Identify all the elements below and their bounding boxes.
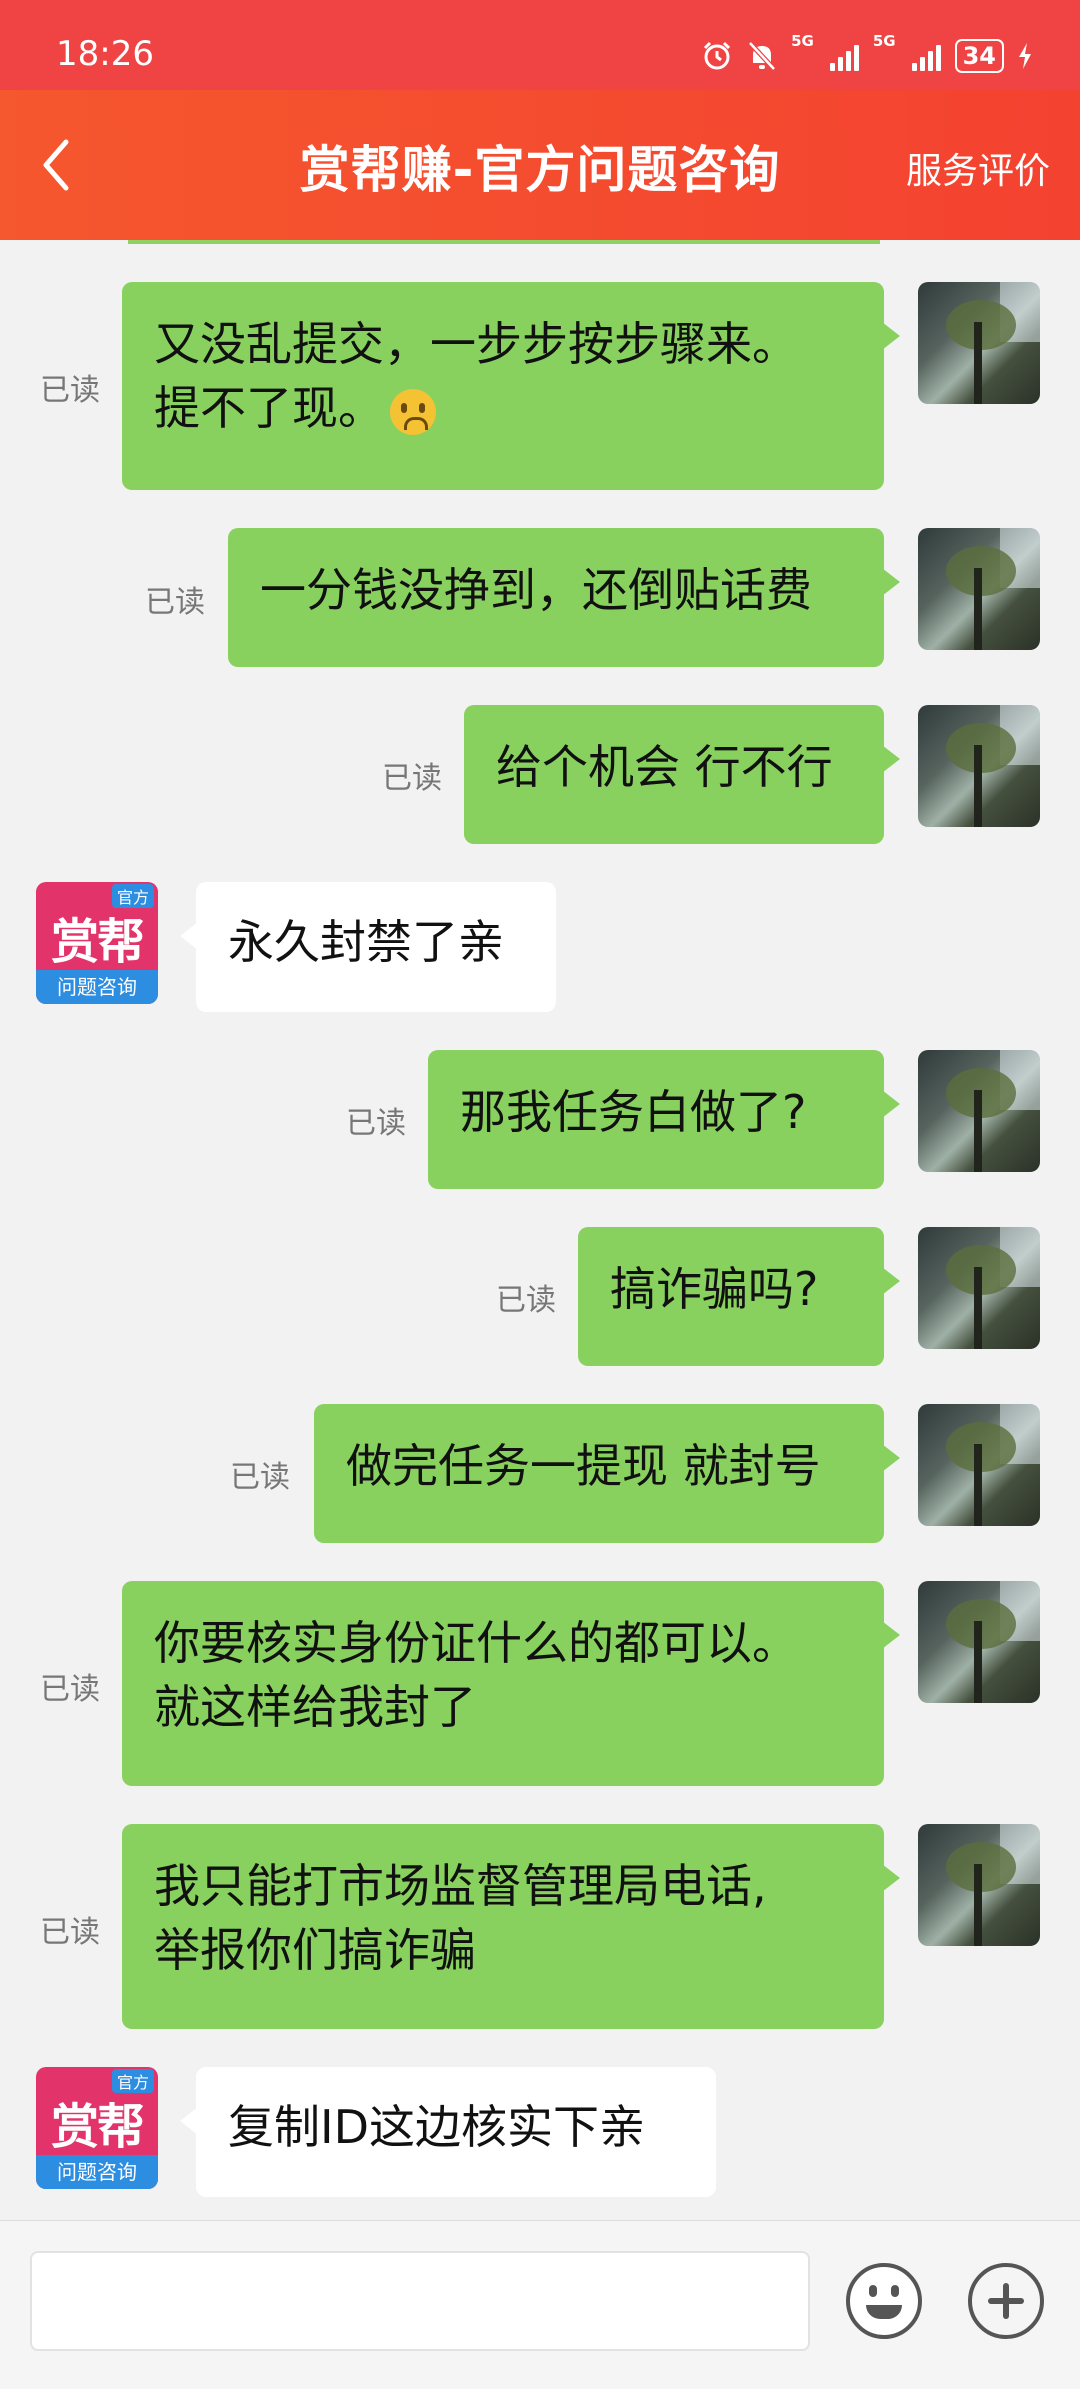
read-status: 已读 — [40, 1915, 100, 1950]
message-text: 搞诈骗吗? — [610, 1262, 819, 1316]
input-bar — [0, 2220, 1080, 2389]
network-label-2: 5G — [872, 32, 896, 50]
message-text: 你要核实身份证什么的都可以。 — [154, 1616, 798, 1670]
read-status: 已读 — [230, 1460, 290, 1495]
mute-icon — [748, 41, 776, 71]
avatar[interactable] — [918, 282, 1040, 404]
message-bubble-self[interactable]: 做完任务一提现 就封号 — [314, 1404, 900, 1543]
service-avatar[interactable]: 官方 赏帮 问题咨询 — [36, 2067, 158, 2189]
signal-icon — [829, 41, 859, 71]
emoji-icon[interactable] — [846, 2263, 922, 2339]
avatar[interactable] — [918, 1824, 1040, 1946]
message-bubble-self[interactable]: 你要核实身份证什么的都可以。 就这样给我封了 — [122, 1581, 900, 1786]
read-status: 已读 — [382, 761, 442, 796]
chat-header: 赏帮赚-官方问题咨询 服务评价 — [0, 90, 1080, 240]
network-label-1: 5G — [791, 32, 814, 50]
message-bubble-service[interactable]: 永久封禁了亲 — [180, 882, 556, 1012]
read-status: 已读 — [496, 1283, 556, 1318]
message-text: 又没乱提交，一步步按步骤来。 — [154, 317, 798, 371]
read-status: 已读 — [40, 1672, 100, 1707]
message-bubble-self[interactable]: 给个机会 行不行 — [464, 705, 900, 844]
status-time: 18:26 — [56, 34, 154, 74]
message-text-line2: 就这样给我封了 — [154, 1680, 476, 1734]
avatar[interactable] — [918, 1581, 1040, 1703]
message-bubble-self[interactable]: 一分钱没挣到，还倒贴话费 — [228, 528, 900, 667]
service-logo-footer: 问题咨询 — [36, 2155, 158, 2189]
message-text: 做完任务一提现 就封号 — [346, 1439, 821, 1493]
battery-icon: 34 — [954, 39, 1004, 73]
crying-face-icon — [390, 388, 436, 435]
signal-icon — [911, 41, 941, 71]
message-bubble-service[interactable]: 复制ID这边核实下亲 — [180, 2067, 716, 2197]
service-logo-text: 赏帮 — [50, 2099, 145, 2155]
plus-icon[interactable] — [968, 2263, 1044, 2339]
avatar[interactable] — [918, 1227, 1040, 1349]
read-status: 已读 — [40, 373, 100, 408]
message-text: 我只能打市场监督管理局电话, — [154, 1859, 767, 1913]
status-bar: 18:26 5G 5G 34 — [0, 0, 1080, 90]
message-text: 一分钱没挣到，还倒贴话费 — [260, 563, 812, 617]
read-status: 已读 — [145, 585, 205, 620]
message-list[interactable]: 已读 又没乱提交，一步步按步骤来。 提不了现。 已读 一分钱没挣到，还倒贴话费 … — [0, 240, 1080, 2220]
message-text: 给个机会 行不行 — [496, 740, 833, 794]
message-bubble-self[interactable]: 又没乱提交，一步步按步骤来。 提不了现。 — [122, 282, 900, 490]
service-rating-button[interactable]: 服务评价 — [906, 142, 1050, 194]
avatar[interactable] — [918, 705, 1040, 827]
service-avatar[interactable]: 官方 赏帮 问题咨询 — [36, 882, 158, 1004]
message-text: 复制ID这边核实下亲 — [228, 2100, 645, 2154]
charging-icon — [1019, 43, 1031, 69]
message-bubble-self[interactable]: 我只能打市场监督管理局电话, 举报你们搞诈骗 — [122, 1824, 900, 2029]
avatar[interactable] — [918, 528, 1040, 650]
alarm-icon — [704, 41, 731, 70]
status-icons: 5G 5G 34 — [701, 34, 1032, 78]
read-status: 已读 — [346, 1106, 406, 1141]
message-text: 永久封禁了亲 — [228, 915, 504, 969]
message-text-line2: 举报你们搞诈骗 — [154, 1923, 476, 1977]
message-input[interactable] — [30, 2251, 810, 2351]
message-text: 那我任务白做了? — [460, 1085, 807, 1139]
previous-bubble-edge — [128, 240, 880, 244]
message-text-line2: 提不了现。 — [154, 376, 852, 440]
service-logo-text: 赏帮 — [50, 914, 145, 970]
message-bubble-self[interactable]: 搞诈骗吗? — [578, 1227, 900, 1366]
service-logo-footer: 问题咨询 — [36, 970, 158, 1004]
avatar[interactable] — [918, 1050, 1040, 1172]
avatar[interactable] — [918, 1404, 1040, 1526]
message-bubble-self[interactable]: 那我任务白做了? — [428, 1050, 900, 1189]
